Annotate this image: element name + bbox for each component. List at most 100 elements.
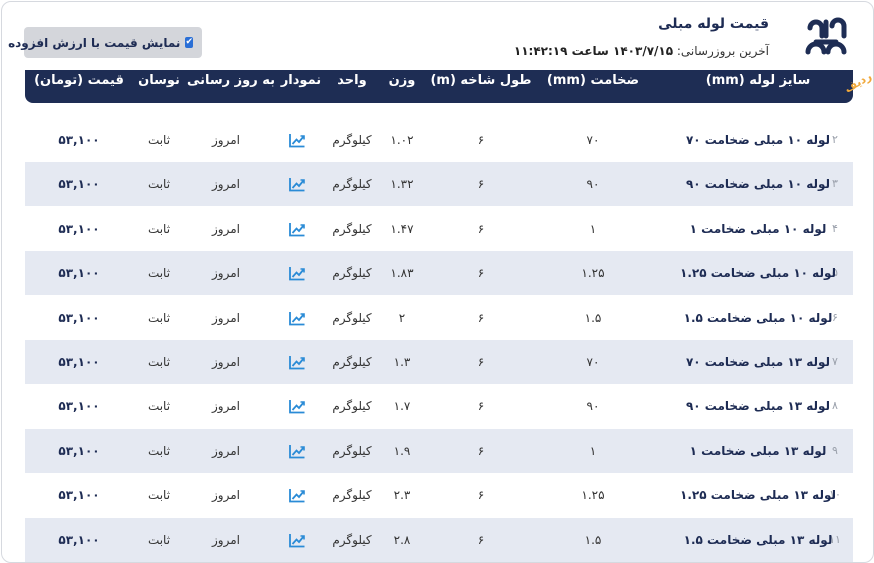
cell-weight: ۲ (398, 310, 406, 325)
column-header-size[interactable]: سایز لوله (mm) (706, 73, 810, 88)
cell-pipe-size: لوله ۱۳ مبلی ضخامت ۹۰ (685, 399, 831, 414)
cell-price: ۵۳,۱۰۰ (58, 399, 100, 414)
cell-branch-length: ۶ (477, 488, 485, 503)
cell-weight: ۱.۳ (393, 355, 411, 369)
cell-weight: ۱.۴۷ (390, 221, 414, 236)
cell-branch-length: ۶ (477, 443, 485, 458)
trend-chart-icon[interactable] (289, 444, 306, 459)
cell-thickness: ۱ (589, 221, 597, 236)
cell-price: ۵۳,۱۰۰ (58, 355, 100, 369)
column-header-chart: نمودار (280, 73, 322, 88)
table-row: ۷ لوله ۱۳ مبلی ضخامت ۷۰ ۷۰ ۶ ۱.۳ کیلوگرم امروز… (25, 340, 853, 384)
chart-cell (289, 473, 306, 517)
cell-price: ۵۳,۱۰۰ (58, 177, 100, 192)
cell-fluctuation: ثابت (147, 310, 171, 325)
cell-pipe-size: لوله ۱۳ مبلی ضخامت ۱.۵ (683, 532, 833, 547)
cell-unit: کیلوگرم (332, 266, 372, 281)
cell-fluctuation: ثابت (147, 532, 171, 547)
cell-updated: امروز (212, 221, 240, 236)
cell-fluctuation: ثابت (147, 443, 171, 458)
trend-chart-icon[interactable] (289, 533, 306, 548)
chart-cell (289, 207, 306, 251)
cell-row-index: ۷ (832, 355, 838, 368)
cell-price: ۵۳,۱۰۰ (58, 443, 100, 458)
cell-fluctuation: ثابت (147, 221, 171, 236)
column-header-thickness[interactable]: ضخامت (mm) (547, 73, 639, 88)
trend-chart-icon[interactable] (289, 177, 306, 192)
cell-fluctuation: ثابت (147, 266, 171, 281)
last-updated-value: ۱۴۰۳/۷/۱۵ ساعت ۱۱:۴۲:۱۹ (513, 44, 674, 58)
cell-unit: کیلوگرم (332, 310, 372, 325)
cell-price: ۵۳,۱۰۰ (58, 221, 100, 236)
cell-unit: کیلوگرم (332, 399, 372, 414)
column-header-row: ردیف (842, 69, 874, 96)
cell-thickness: ۱.۵ (584, 532, 602, 547)
table-row: ۱۰ لوله ۱۳ مبلی ضخامت ۱.۲۵ ۱.۲۵ ۶ ۲.۳ کیلوگرم… (25, 473, 853, 518)
column-header-price[interactable]: قیمت (تومان) (34, 73, 124, 88)
trend-chart-icon[interactable] (289, 355, 306, 370)
vat-toggle[interactable]: نمایش قیمت با ارزش افزوده ✔ (8, 27, 202, 58)
cell-row-index: ۹ (832, 443, 838, 457)
cell-price: ۵۳,۱۰۰ (58, 266, 100, 281)
cell-pipe-size: لوله ۱۳ مبلی ضخامت ۷۰ (685, 355, 831, 369)
chart-cell (289, 118, 306, 162)
cell-thickness: ۷۰ (586, 355, 600, 369)
cell-thickness: ۱.۲۵ (581, 266, 605, 281)
cell-unit: کیلوگرم (332, 221, 372, 236)
cell-price: ۵۳,۱۰۰ (58, 133, 100, 147)
vat-checkbox[interactable]: ✔ (185, 37, 193, 48)
cell-weight: ۱.۷ (393, 399, 411, 414)
cell-pipe-size: لوله ۱۰ مبلی ضخامت ۱ (689, 221, 827, 236)
cell-unit: کیلوگرم (332, 133, 372, 147)
cell-thickness: ۹۰ (586, 177, 600, 192)
cell-branch-length: ۶ (477, 177, 485, 192)
chart-cell (289, 296, 306, 340)
cell-thickness: ۱.۵ (584, 310, 602, 325)
cell-updated: امروز (212, 399, 240, 414)
column-header-updated[interactable]: به روز رسانی (187, 73, 275, 88)
chart-cell (289, 251, 306, 295)
chart-cell (289, 518, 306, 562)
cell-pipe-size: لوله ۱۰ مبلی ضخامت ۹۰ (685, 177, 831, 192)
cell-thickness: ۷۰ (586, 133, 600, 147)
chart-cell (289, 429, 306, 473)
column-header-weight[interactable]: وزن (389, 73, 416, 88)
cell-pipe-size: لوله ۱۰ مبلی ضخامت ۱.۲۵ (680, 266, 836, 281)
cell-updated: امروز (212, 133, 240, 147)
table-row: ۸ لوله ۱۳ مبلی ضخامت ۹۰ ۹۰ ۶ ۱.۷ کیلوگرم امروز… (25, 384, 853, 429)
cell-weight: ۱.۹ (393, 443, 411, 458)
trend-chart-icon[interactable] (289, 488, 306, 503)
cell-weight: ۱.۸۳ (390, 266, 414, 281)
trend-chart-icon[interactable] (289, 133, 306, 148)
column-header-fluctuation[interactable]: نوسان (138, 73, 180, 88)
cell-pipe-size: لوله ۱۰ مبلی ضخامت ۱.۵ (683, 310, 833, 325)
cell-row-index: ۸ (832, 399, 838, 413)
cell-row-index: ۶ (832, 310, 838, 324)
cell-branch-length: ۶ (477, 532, 485, 547)
table-row: ۱۱ لوله ۱۳ مبلی ضخامت ۱.۵ ۱.۵ ۶ ۲.۸ کیلوگرم ام… (25, 517, 853, 562)
cell-row-index: ۴ (832, 221, 838, 235)
trend-chart-icon[interactable] (289, 266, 306, 281)
table-row: ۵ لوله ۱۰ مبلی ضخامت ۱.۲۵ ۱.۲۵ ۶ ۱.۸۳ کیلوگرم… (25, 251, 853, 296)
cell-thickness: ۱.۲۵ (581, 488, 605, 503)
cell-branch-length: ۶ (477, 133, 485, 147)
cell-updated: امروز (212, 532, 240, 547)
cell-updated: امروز (212, 266, 240, 281)
column-header-unit[interactable]: واحد (337, 73, 366, 88)
last-updated-label: آخرین بروزرسانی: (676, 44, 769, 58)
cell-weight: ۱.۳۲ (390, 177, 414, 192)
chart-cell (289, 162, 306, 206)
cell-updated: امروز (212, 177, 240, 192)
trend-chart-icon[interactable] (289, 399, 306, 414)
cell-fluctuation: ثابت (147, 133, 171, 147)
trend-chart-icon[interactable] (289, 311, 306, 326)
column-header-length[interactable]: طول شاخه (m) (430, 73, 531, 88)
cell-price: ۵۳,۱۰۰ (58, 310, 100, 325)
cell-fluctuation: ثابت (147, 355, 171, 369)
cell-fluctuation: ثابت (147, 488, 171, 503)
table-row: ۳ لوله ۱۰ مبلی ضخامت ۹۰ ۹۰ ۶ ۱.۳۲ کیلوگرم امرو… (25, 162, 853, 207)
last-updated: آخرین بروزرسانی: ۱۴۰۳/۷/۱۵ ساعت ۱۱:۴۲:۱۹ (514, 44, 769, 58)
trend-chart-icon[interactable] (289, 222, 306, 237)
table-header: ردیف سایز لوله (mm) ضخامت (mm) طول شاخه … (25, 70, 873, 103)
vat-toggle-label: نمایش قیمت با ارزش افزوده (8, 35, 181, 50)
